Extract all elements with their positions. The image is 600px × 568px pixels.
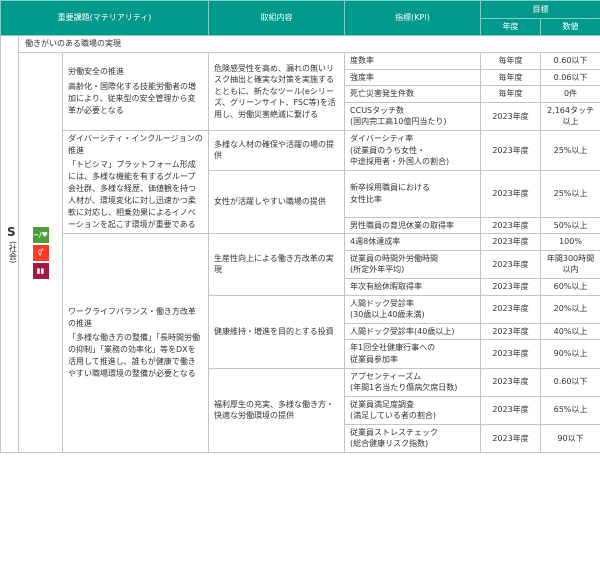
theme-title: ダイバーシティ・インクルージョンの推進 [68, 133, 203, 155]
kpi-cell: 新卒採用職員における 女性比率 [344, 169, 482, 218]
kpi-cell: アブセンティーズム (年間1名当たり傷病欠席日数) [344, 367, 482, 397]
target-year-cell: 2023年度 [480, 367, 542, 397]
action-cell: 生産性向上による働き方改革の実現 [208, 233, 346, 296]
header-year: 年度 [480, 18, 542, 36]
target-year-cell: 2023年度 [480, 129, 542, 171]
kpi-cell: 度数率 [344, 52, 482, 70]
header-target: 目標 [480, 0, 600, 19]
pillar-name: (社会) [8, 240, 18, 263]
action-cell: 健康維持・増進を目的とする投資 [208, 294, 346, 369]
materiality-kpi-table-wrapper: 重要課題(マテリアリティ) 取組内容 指標(KPI) 目標 年度 数値 S (社会… [0, 0, 600, 568]
theme-title: 労働安全の推進 [68, 67, 124, 77]
header-issue: 重要課題(マテリアリティ) [0, 0, 210, 36]
sdg5-icon: ⚥ [32, 244, 49, 261]
theme-desc: 「多様な働き方の整備」「長時間労働の抑制」「業務の効率化」等をDXを活用して推進… [68, 333, 200, 379]
table-header: 重要課題(マテリアリティ) 取組内容 指標(KPI) 目標 年度 数値 [0, 0, 600, 36]
target-value-cell: 年間300時間 以内 [540, 249, 600, 279]
target-value-cell: 0.06以下 [540, 68, 600, 87]
target-value-cell: 90以下 [540, 423, 600, 454]
target-value-cell: 20%以上 [540, 294, 600, 324]
kpi-cell: 4週8休達成率 [344, 233, 482, 251]
target-year-cell: 2023年度 [480, 101, 542, 131]
action-cell: 福利厚生の充実、多様な働き方・快適な労働環境の提供 [208, 367, 346, 454]
kpi-cell: 従業員満足度調査 (満足している者の割合) [344, 395, 482, 425]
kpi-cell: 従業員の時間外労働時間 (所定外年平均) [344, 249, 482, 279]
pillar-label: S (社会) [7, 225, 17, 263]
target-value-cell: 50%以上 [540, 216, 600, 235]
target-year-cell: 2023年度 [480, 233, 542, 251]
target-year-cell: 2023年度 [480, 423, 542, 454]
kpi-cell: 年次有給休暇取得率 [344, 277, 482, 296]
target-year-cell: 2023年度 [480, 322, 542, 341]
kpi-cell: 人間ドック受診率(40歳以上) [344, 322, 482, 341]
header-value: 数値 [540, 18, 600, 36]
kpi-cell: CCUSタッチ数 (国内完工高10億円当たり) [344, 101, 482, 131]
theme-desc: 「トビシマ」プラットフォーム形成には、多様な機能を有するグループ会社群、多様な経… [68, 160, 196, 230]
target-value-cell: 25%以上 [540, 169, 600, 218]
target-value-cell: 40%以上 [540, 322, 600, 341]
theme-title: ワークライフバランス・働き方改革の推進 [68, 307, 196, 328]
table-row: ダイバーシティ・インクルージョンの推進「トビシマ」プラットフォーム形成には、多様… [1, 129, 600, 235]
pillar-cell: S (社会) [0, 34, 19, 454]
pillar-letter: S [7, 225, 16, 240]
table-body: S (社会) 働きがいのある職場の実現 ~/♥ ⚥ ▮▮ 労働安全の推進 高齢化・国際化する技… [0, 34, 600, 454]
section-title: 働きがいのある職場の実現 [17, 35, 600, 53]
target-value-cell: 2,164タッチ 以上 [540, 101, 600, 131]
action-cell: 多様な人材の確保や活躍の場の提供 [208, 129, 346, 171]
target-value-cell: 0件 [540, 85, 600, 103]
target-year-cell: 2023年度 [480, 216, 542, 235]
target-value-cell: 25%以上 [540, 129, 600, 171]
target-value-cell: 100% [540, 233, 600, 251]
sdg-icons-cell: ~/♥ ⚥ ▮▮ [18, 51, 63, 454]
target-value-cell: 90%以上 [540, 339, 600, 369]
target-year-cell: 2023年度 [480, 277, 542, 296]
sdg8-icon: ▮▮ [32, 262, 49, 279]
table-row: ~/♥ ⚥ ▮▮ 労働安全の推進 高齢化・国際化する技能労働者の増加により、従来型の安全… [1, 51, 600, 454]
kpi-cell: 人間ドック受診率 (30歳以上40歳未満) [344, 294, 482, 324]
theme-cell: 労働安全の推進高齢化・国際化する技能労働者の増加により、従来型の安全管理から変革… [61, 52, 210, 131]
target-year-cell: 毎年度 [480, 68, 542, 87]
target-value-cell: 0.60以下 [540, 52, 600, 70]
target-year-cell: 2023年度 [480, 339, 542, 369]
target-year-cell: 2023年度 [480, 294, 542, 324]
header-kpi: 指標(KPI) [344, 0, 482, 36]
kpi-cell: 従業員ストレスチェック (総合健康リスク指数) [344, 423, 482, 454]
action-cell: 危険感受性を高め、漏れの無いリスク抽出と確実な対策を実施するとともに、新たなツー… [208, 52, 346, 131]
sdg3-icon: ~/♥ [32, 226, 49, 243]
kpi-cell: 男性職員の育児休業の取得率 [344, 216, 482, 235]
header-action: 取組内容 [208, 0, 346, 36]
kpi-cell: 年1回全社健康行事への 従業員参加率 [344, 339, 482, 369]
theme-cell: ダイバーシティ・インクルージョンの推進「トビシマ」プラットフォーム形成には、多様… [61, 129, 210, 235]
target-year-cell: 2023年度 [480, 395, 542, 425]
section-row: S (社会) 働きがいのある職場の実現 [0, 34, 600, 454]
target-year-cell: 2023年度 [480, 249, 542, 279]
theme-cell: ワークライフバランス・働き方改革の推進「多様な働き方の整備」「長時間労働の抑制」… [61, 233, 210, 454]
theme-desc: 高齢化・国際化する技能労働者の増加により、従来型の安全管理から変革が必要となる [68, 81, 196, 115]
table-row: ワークライフバランス・働き方改革の推進「多様な働き方の整備」「長時間労働の抑制」… [1, 233, 600, 454]
kpi-cell: 死亡災害発生件数 [344, 85, 482, 103]
target-year-cell: 2023年度 [480, 169, 542, 218]
kpi-cell: ダイバーシティ率 (従業員のうち女性・ 中途採用者・外国人の割合) [344, 129, 482, 171]
action-cell: 女性が活躍しやすい職場の提供 [208, 169, 346, 235]
target-value-cell: 60%以上 [540, 277, 600, 296]
target-value-cell: 65%以上 [540, 395, 600, 425]
target-year-cell: 毎年度 [480, 85, 542, 103]
target-value-cell: 0.60以下 [540, 367, 600, 397]
target-year-cell: 毎年度 [480, 52, 542, 70]
materiality-kpi-table: 重要課題(マテリアリティ) 取組内容 指標(KPI) 目標 年度 数値 S (社会… [0, 0, 600, 454]
kpi-cell: 強度率 [344, 68, 482, 87]
